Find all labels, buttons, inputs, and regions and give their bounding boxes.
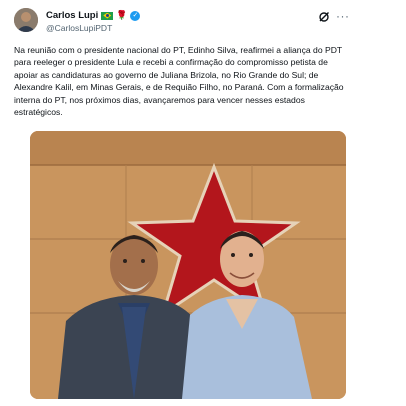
post-text: Na reunião com o presidente nacional do … <box>14 45 344 118</box>
author-handle[interactable]: @CarlosLupiPDT <box>46 23 112 33</box>
post-photo[interactable] <box>30 131 346 399</box>
more-options-icon[interactable]: ··· <box>336 9 350 23</box>
verified-badge-icon: ✓ <box>130 10 141 21</box>
author-name[interactable]: Carlos Lupi <box>46 10 98 21</box>
rose-icon: 🌹 <box>116 10 128 20</box>
post-header: Carlos Lupi 🌹 ✓ @CarlosLupiPDT ··· <box>14 8 349 38</box>
grok-icon[interactable] <box>318 11 330 26</box>
brazil-flag-icon <box>101 11 114 20</box>
avatar[interactable] <box>14 8 38 32</box>
author-name-row: Carlos Lupi 🌹 ✓ <box>46 10 141 21</box>
